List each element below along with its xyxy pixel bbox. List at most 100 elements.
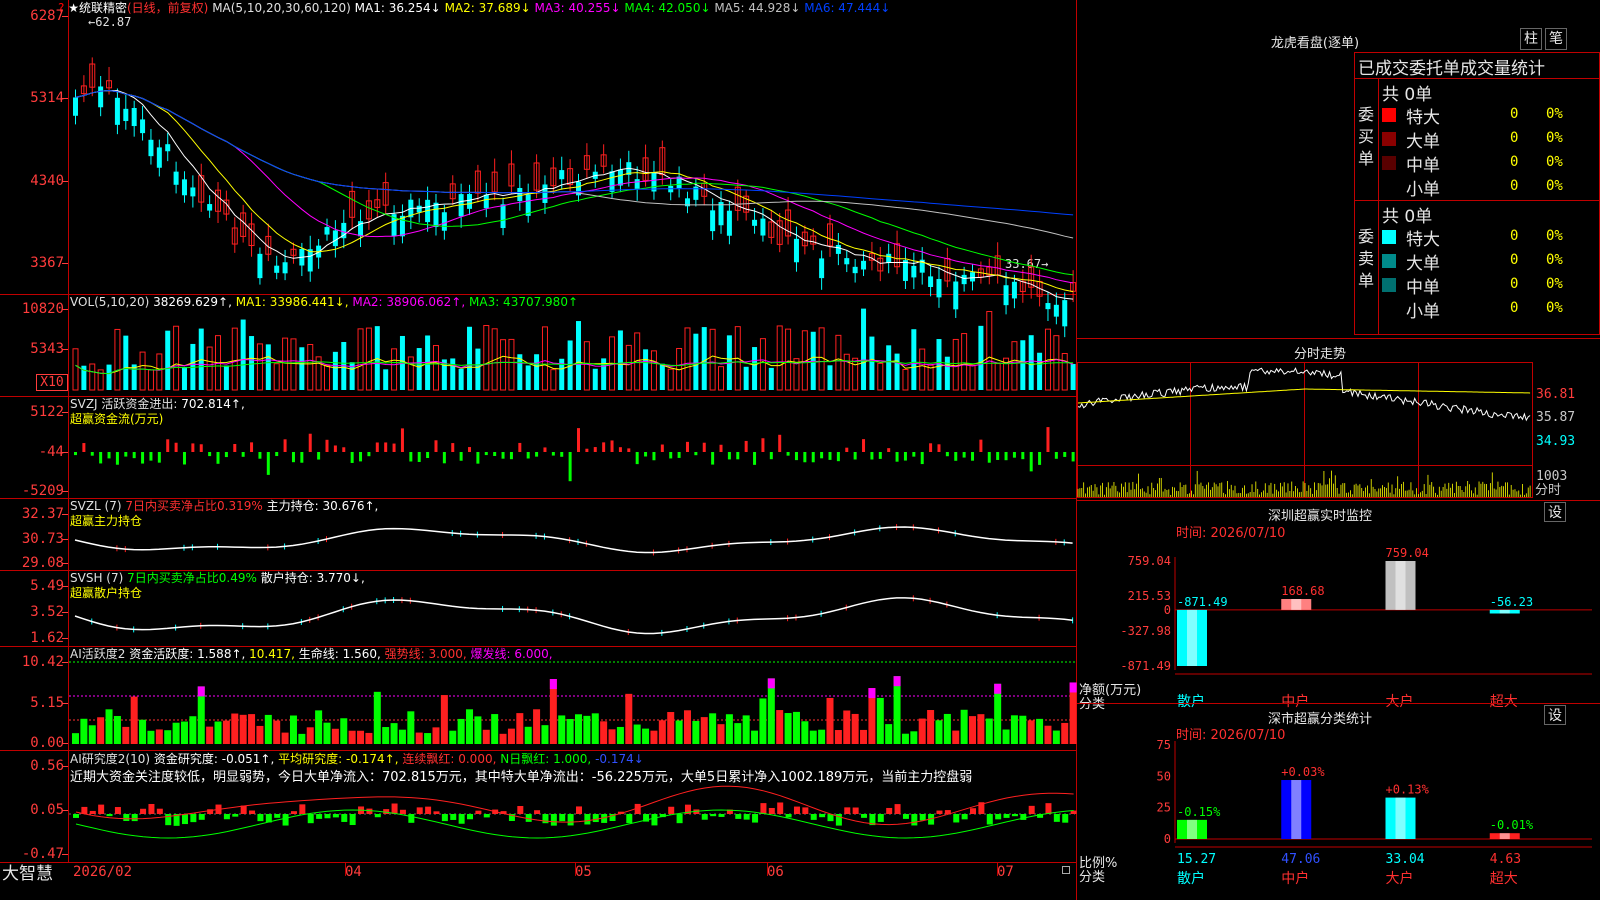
activity-bar xyxy=(256,725,264,744)
flow-bar-in xyxy=(174,442,178,452)
svzl-label: 主力持仓: xyxy=(266,499,319,513)
stock-name[interactable]: 统联精密 xyxy=(79,1,127,15)
y-tick-label: 6287 xyxy=(30,8,64,24)
y-tick-label: 3367 xyxy=(30,255,64,271)
ma-indicator: MA3: 40.255↓ xyxy=(530,1,621,15)
order-pct: 0% xyxy=(1546,178,1563,194)
volume-bar-up xyxy=(969,364,976,391)
flow-bar-out xyxy=(317,452,321,460)
ai1-title: AI活跃度2 xyxy=(70,647,126,661)
brand-logo[interactable]: 大智慧 xyxy=(2,864,53,884)
research-bar xyxy=(752,814,759,823)
sz-stats-settings-button[interactable]: 设 xyxy=(1544,705,1566,725)
volume-bar-down xyxy=(701,327,707,390)
volume-bar-up xyxy=(927,364,934,391)
sz-monitor-settings-button[interactable]: 设 xyxy=(1544,502,1566,522)
volume-bar-up xyxy=(114,328,121,391)
svzl-title: SVZL (7) xyxy=(70,499,122,513)
volume-bar-up xyxy=(231,327,238,391)
activity-bar xyxy=(566,718,574,744)
main-holding-chart[interactable] xyxy=(69,512,1075,568)
flow-bar-in xyxy=(702,442,706,452)
activity-bar xyxy=(365,732,373,744)
activity-bar xyxy=(960,709,968,744)
activity-chart[interactable] xyxy=(69,660,1077,748)
ai2-label: 资金研究度: xyxy=(153,752,218,766)
volume-bar-down xyxy=(978,325,984,390)
activity-bar xyxy=(851,713,859,744)
activity-bar xyxy=(709,713,717,744)
research-bar xyxy=(718,814,725,817)
candle-down xyxy=(710,210,716,232)
volume-bar-up xyxy=(290,338,297,391)
sz-stats-chart[interactable]: 75 50 25 0 比例%分类 -0.15% 15.27 散户 +0.03% 47.06 中户 +0… xyxy=(1077,738,1600,900)
volume-bar-down xyxy=(223,365,229,390)
activity-bar xyxy=(164,730,172,744)
research-bar xyxy=(550,814,557,826)
ai1-life-label: 生命线: xyxy=(298,647,339,661)
volume-chart[interactable] xyxy=(69,308,1076,391)
ma5-line xyxy=(75,89,1074,239)
activity-bar xyxy=(449,730,457,744)
volume-bar-down xyxy=(576,321,581,390)
research-bar xyxy=(810,814,817,820)
tick-toggle-button[interactable]: 笔 xyxy=(1545,28,1567,50)
bar-toggle-button[interactable]: 柱 xyxy=(1520,28,1542,50)
activity-bar xyxy=(348,730,356,744)
activity-bar xyxy=(692,720,700,744)
retail-holding-chart[interactable] xyxy=(69,584,1075,644)
svsh-y-tick: 3.52 xyxy=(30,604,64,620)
activity-bar xyxy=(80,718,88,744)
volume-bar-down xyxy=(1070,363,1076,390)
buy-label: 委买单 xyxy=(1358,105,1375,168)
ai2-title: AI研究度2(10) xyxy=(70,752,151,766)
intraday-chart[interactable] xyxy=(1077,363,1532,497)
candlestick-chart[interactable] xyxy=(69,20,1077,338)
intraday-y-tick: 35.87 xyxy=(1536,410,1576,425)
activity-bar xyxy=(533,709,541,744)
flow-bar-in xyxy=(191,443,195,452)
y-tick-label: 0 xyxy=(1164,832,1171,846)
activity-bar xyxy=(474,716,482,744)
research-bar xyxy=(777,802,784,814)
order-qty: 0 xyxy=(1510,130,1519,146)
flow-bar-out xyxy=(753,452,757,465)
chart-mode[interactable]: (日线，前复权) xyxy=(127,1,208,15)
activity-bar xyxy=(323,722,331,744)
research-bar xyxy=(735,814,742,819)
activity-bar xyxy=(97,717,105,744)
order-color-swatch xyxy=(1382,156,1396,170)
vol-y-tick: 5343 xyxy=(30,341,64,357)
activity-bar xyxy=(1027,720,1035,744)
order-pct: 0% xyxy=(1546,300,1563,316)
flow-bar-out xyxy=(878,452,882,459)
candle-down xyxy=(98,86,104,108)
sz-monitor-chart[interactable]: 759.04 215.530 -327.98 -871.49 净额(万元)分类 -871.… xyxy=(1077,545,1600,712)
flow-bar-out xyxy=(836,452,840,462)
candle-down xyxy=(902,260,908,281)
sz-monitor-time: 时间: 2026/07/10 xyxy=(1176,526,1286,541)
bar-value-label: -871.49 xyxy=(1177,595,1228,609)
research-chart[interactable] xyxy=(69,785,1077,858)
research-bar xyxy=(408,814,415,823)
flow-bar-out xyxy=(803,452,807,463)
flow-bar-out xyxy=(560,452,564,457)
activity-bar xyxy=(616,726,624,744)
lock-icon[interactable] xyxy=(1062,866,1070,874)
flow-bar-in xyxy=(685,441,689,452)
flow-bar-in xyxy=(518,442,522,452)
volume-bar-up xyxy=(282,337,289,391)
order-qty: 0 xyxy=(1510,106,1519,122)
research-bar xyxy=(165,814,172,826)
x-axis-title: 分类 xyxy=(1079,697,1105,712)
capital-flow-chart[interactable] xyxy=(69,410,1075,494)
research-bar xyxy=(651,814,658,826)
activity-bar xyxy=(139,719,147,744)
star-icon[interactable]: ★ xyxy=(68,1,79,15)
svzj-title: SVZJ 活跃资金进出: xyxy=(70,397,178,411)
category-label: 超大 xyxy=(1490,871,1518,887)
flow-bar-out xyxy=(501,452,505,459)
svzl-y-tick: 29.08 xyxy=(21,555,64,571)
flow-bar-out xyxy=(727,452,731,460)
volume-bar-up xyxy=(508,338,515,391)
